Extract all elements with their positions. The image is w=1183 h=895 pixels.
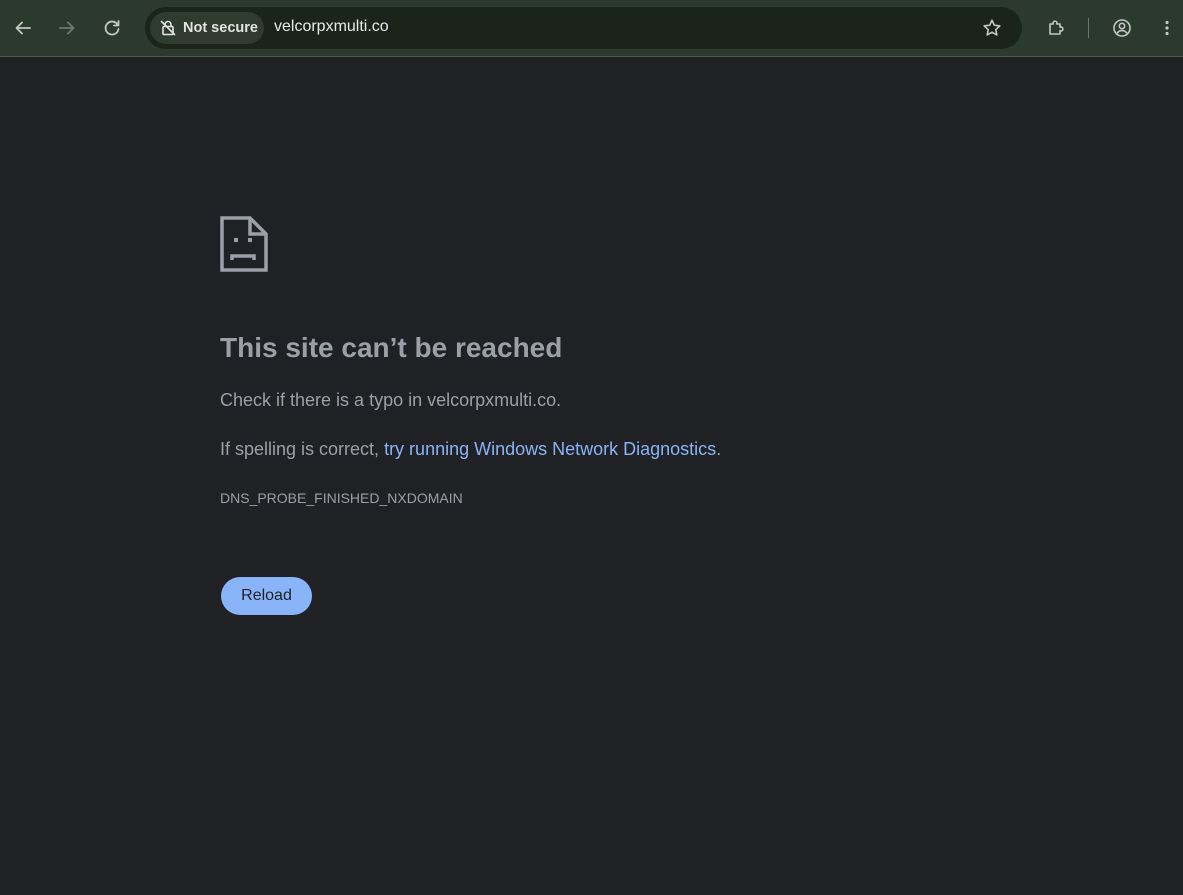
not-secure-icon: [160, 20, 176, 36]
bookmark-button[interactable]: [978, 14, 1006, 42]
profile-button[interactable]: [1104, 10, 1140, 46]
spelling-suggestion: If spelling is correct, try running Wind…: [220, 439, 721, 460]
arrow-right-icon: [59, 21, 75, 35]
toolbar-separator: [1088, 18, 1089, 38]
network-diagnostics-link[interactable]: try running Windows Network Diagnostics: [384, 439, 716, 459]
security-chip-label: Not secure: [183, 20, 258, 36]
browser-toolbar: Not secure velcorpxmulti.co: [0, 0, 1183, 57]
reload-toolbar-button[interactable]: [94, 10, 130, 46]
error-heading: This site can’t be reached: [220, 332, 563, 363]
reload-icon: [104, 20, 120, 36]
error-code: DNS_PROBE_FINISHED_NXDOMAIN: [220, 490, 463, 506]
spelling-prefix: If spelling is correct,: [220, 439, 385, 459]
reload-button[interactable]: Reload: [221, 577, 312, 615]
back-button[interactable]: [5, 10, 41, 46]
error-page: This site can’t be reached Check if ther…: [0, 58, 1183, 895]
menu-button[interactable]: [1149, 10, 1183, 46]
security-chip[interactable]: Not secure: [150, 12, 264, 44]
extensions-button[interactable]: [1038, 10, 1074, 46]
typo-suggestion: Check if there is a typo in velcorpxmult…: [220, 390, 562, 410]
forward-button[interactable]: [49, 10, 85, 46]
arrow-left-icon: [15, 21, 31, 35]
more-vert-icon: [1165, 20, 1169, 36]
puzzle-icon: [1049, 20, 1064, 35]
url-text[interactable]: velcorpxmulti.co: [274, 18, 389, 36]
star-icon: [983, 19, 1001, 36]
address-bar[interactable]: Not secure velcorpxmulti.co: [145, 7, 1022, 49]
spelling-suffix: .: [716, 439, 722, 459]
sad-page-icon: [220, 216, 268, 272]
account-circle-icon: [1113, 19, 1131, 37]
